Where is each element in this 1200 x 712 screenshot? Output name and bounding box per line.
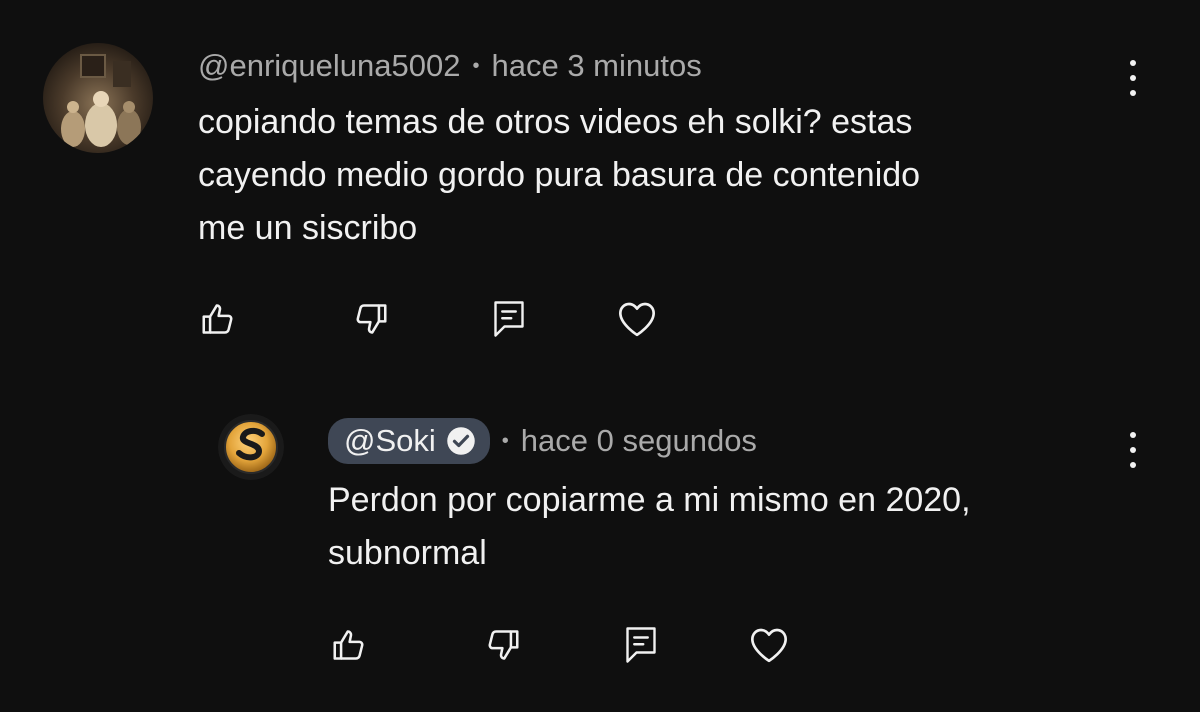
comment-username[interactable]: @enriqueluna5002 — [198, 48, 460, 84]
comment-meta: @enriqueluna5002 • hace 3 minutos — [198, 46, 702, 86]
comment-more-options-icon[interactable] — [1121, 58, 1145, 98]
comment-text: copiando temas de otros videos eh solki?… — [198, 103, 921, 247]
dislike-icon[interactable] — [350, 298, 392, 340]
reply-text: Perdon por copiarme a mi mismo en 2020, … — [328, 481, 971, 572]
reply-timestamp[interactable]: hace 0 segundos — [521, 423, 757, 459]
meta-separator: • — [472, 54, 480, 77]
creator-username-chip[interactable]: @Soki — [328, 418, 490, 464]
reply-icon[interactable] — [620, 624, 662, 666]
creator-avatar[interactable] — [218, 414, 284, 480]
verified-checkmark-icon — [446, 426, 476, 456]
meta-separator: • — [501, 429, 509, 452]
commenter-avatar[interactable] — [43, 43, 153, 153]
reply-username: @Soki — [344, 423, 436, 458]
reply-actions — [328, 624, 790, 666]
reply-icon[interactable] — [488, 298, 530, 340]
reply-more-options-icon[interactable] — [1121, 430, 1145, 470]
heart-icon[interactable] — [748, 624, 790, 666]
reply-meta: @Soki • hace 0 segundos — [328, 417, 757, 465]
comment-actions — [197, 298, 658, 340]
dislike-icon[interactable] — [482, 624, 524, 666]
comment-timestamp[interactable]: hace 3 minutos — [491, 48, 701, 84]
heart-icon[interactable] — [616, 298, 658, 340]
like-icon[interactable] — [328, 624, 370, 666]
reply-thread: @Soki • hace 0 segundos Perdon por copia… — [0, 360, 1200, 712]
comment-thread: @enriqueluna5002 • hace 3 minutos copian… — [0, 0, 1200, 360]
like-icon[interactable] — [197, 298, 239, 340]
